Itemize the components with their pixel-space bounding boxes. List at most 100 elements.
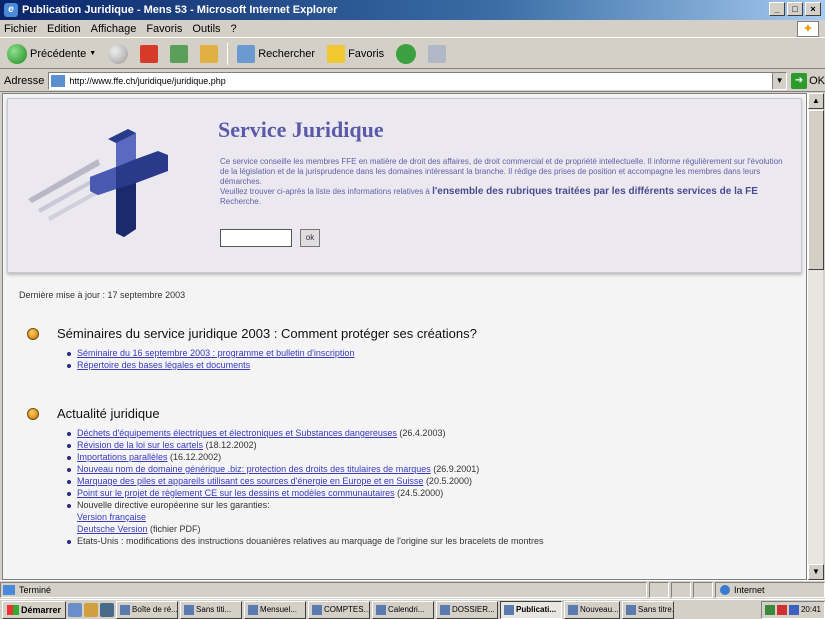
forward-button[interactable] — [105, 42, 131, 66]
link-seminaire[interactable]: Séminaire du 16 septembre 2003 : program… — [77, 348, 354, 358]
task-label: DOSSIER... — [452, 605, 495, 614]
start-button[interactable]: Démarrer — [2, 600, 67, 619]
quicklaunch-desktop-icon[interactable] — [100, 602, 115, 617]
bullet-icon — [27, 407, 39, 420]
task-label: Calendri... — [388, 605, 425, 614]
close-button[interactable]: × — [805, 2, 821, 16]
status-bar: Terminé Internet — [0, 580, 825, 598]
task-button[interactable]: Nouveau... — [564, 600, 621, 619]
page-search-button[interactable]: ok — [300, 229, 320, 247]
address-url[interactable]: http://www.ffe.ch/juridique/juridique.ph… — [69, 76, 772, 86]
page-viewport: Service Juridique Ce service conseille l… — [2, 93, 807, 580]
service-header: Service Juridique Ce service conseille l… — [7, 98, 802, 273]
list-item: Marquage des piles et appareils utilisan… — [67, 475, 543, 487]
menu-favoris[interactable]: Favoris — [146, 23, 182, 35]
menu-fichier[interactable]: Fichier — [4, 23, 37, 35]
task-button[interactable]: Calendri... — [372, 600, 435, 619]
scroll-thumb[interactable] — [808, 110, 824, 270]
task-button[interactable]: Sans titi... — [180, 600, 243, 619]
list-item: Déchets d'équipements électriques et éle… — [67, 427, 543, 439]
link-version-francaise[interactable]: Version française — [77, 512, 146, 522]
scroll-down-icon[interactable]: ▼ — [808, 564, 824, 580]
link-cartels[interactable]: Révision de la loi sur les cartels — [77, 440, 203, 450]
app-icon — [504, 604, 515, 615]
task-label: Boîte de ré... — [132, 605, 178, 614]
status-cell — [671, 581, 691, 598]
globe-icon — [720, 584, 730, 595]
mail-button[interactable] — [425, 42, 449, 66]
task-label: Mensuel... — [260, 605, 297, 614]
minimize-button[interactable]: _ — [769, 2, 785, 16]
scroll-up-icon[interactable]: ▲ — [808, 93, 824, 109]
app-icon — [248, 604, 259, 615]
app-icon — [184, 604, 195, 615]
window-titlebar: e Publication Juridique - Mens 53 - Micr… — [0, 0, 825, 20]
link-repertoire[interactable]: Répertoire des bases légales et document… — [77, 360, 250, 370]
intro-bold-link[interactable]: l'ensemble des rubriques traitées par le… — [432, 186, 758, 197]
menu-help[interactable]: ? — [231, 23, 237, 35]
vertical-scrollbar[interactable]: ▲ ▼ — [807, 93, 824, 580]
link-biz[interactable]: Nouveau nom de domaine générique .biz: p… — [77, 464, 431, 474]
forward-arrow-icon — [108, 43, 129, 64]
status-text: Terminé — [19, 584, 52, 595]
service-title: Service Juridique — [218, 117, 384, 142]
section-title: Séminaires du service juridique 2003 : C… — [57, 326, 477, 341]
search-icon — [237, 44, 256, 63]
task-label: COMPTES... — [324, 605, 371, 614]
stop-button[interactable] — [137, 42, 161, 66]
go-button[interactable]: ➜ OK — [791, 72, 825, 89]
search-button[interactable]: Rechercher — [234, 42, 318, 66]
app-icon — [312, 604, 323, 615]
refresh-icon — [170, 44, 189, 63]
app-icon — [626, 604, 637, 615]
link-piles[interactable]: Marquage des piles et appareils utilisan… — [77, 476, 423, 486]
link-deutsche-version[interactable]: Deutsche Version — [77, 524, 148, 534]
refresh-button[interactable] — [167, 42, 191, 66]
taskbar: Démarrer Boîte de ré... Sans titi... Men… — [0, 599, 825, 619]
task-button[interactable]: Mensuel... — [244, 600, 307, 619]
app-icon — [376, 604, 387, 615]
menu-affichage[interactable]: Affichage — [91, 23, 137, 35]
task-button[interactable]: Boîte de ré... — [116, 600, 179, 619]
quicklaunch-ie-icon[interactable] — [68, 602, 83, 617]
maximize-button[interactable]: □ — [787, 2, 803, 16]
task-button[interactable]: Sans titre... — [622, 600, 675, 619]
back-label: Précédente — [30, 47, 87, 60]
link-deee[interactable]: Déchets d'équipements électriques et éle… — [77, 428, 397, 438]
address-dropdown-icon[interactable]: ▼ — [772, 72, 787, 89]
app-icon — [120, 604, 131, 615]
address-input[interactable]: http://www.ffe.ch/juridique/juridique.ph… — [48, 71, 788, 90]
windows-flag-icon — [7, 604, 19, 615]
list-item: Nouveau nom de domaine générique .biz: p… — [67, 463, 543, 475]
history-icon — [396, 43, 417, 64]
page-search-input[interactable] — [220, 229, 292, 247]
list-item: Séminaire du 16 septembre 2003 : program… — [67, 347, 477, 359]
chevron-down-icon: ▼ — [89, 50, 97, 57]
task-button[interactable]: COMPTES... — [308, 600, 371, 619]
history-button[interactable] — [393, 42, 419, 66]
app-icon — [440, 604, 451, 615]
back-button[interactable]: Précédente ▼ — [4, 42, 99, 66]
link-dessins[interactable]: Point sur le projet de règlement CE sur … — [77, 488, 395, 498]
tray-antivirus-icon[interactable] — [776, 604, 787, 615]
tray-network-icon[interactable] — [764, 604, 775, 615]
home-icon — [200, 44, 219, 63]
list-item: Nouvelle directive européenne sur les ga… — [67, 499, 543, 535]
home-button[interactable] — [197, 42, 221, 66]
tray-app-icon[interactable] — [788, 604, 799, 615]
date-label: (26.4.2003) — [396, 428, 446, 438]
menu-edition[interactable]: Edition — [47, 23, 81, 35]
intro-paragraph: Ce service conseille les membres FFE en … — [220, 157, 783, 186]
quicklaunch-outlook-icon[interactable] — [84, 602, 99, 617]
task-button-active[interactable]: Publicati... — [500, 600, 563, 619]
task-button[interactable]: DOSSIER... — [436, 600, 499, 619]
stop-icon — [140, 44, 159, 63]
link-importations[interactable]: Importations parallèles — [77, 452, 168, 462]
window-title: Publication Juridique - Mens 53 - Micros… — [22, 4, 338, 16]
bullet-icon — [27, 327, 39, 340]
task-label: Sans titi... — [196, 605, 232, 614]
menu-outils[interactable]: Outils — [192, 23, 220, 35]
date-label: (24.5.2000) — [394, 488, 444, 498]
favorites-button[interactable]: Favoris — [324, 42, 387, 66]
search-label: Rechercher — [258, 47, 316, 60]
